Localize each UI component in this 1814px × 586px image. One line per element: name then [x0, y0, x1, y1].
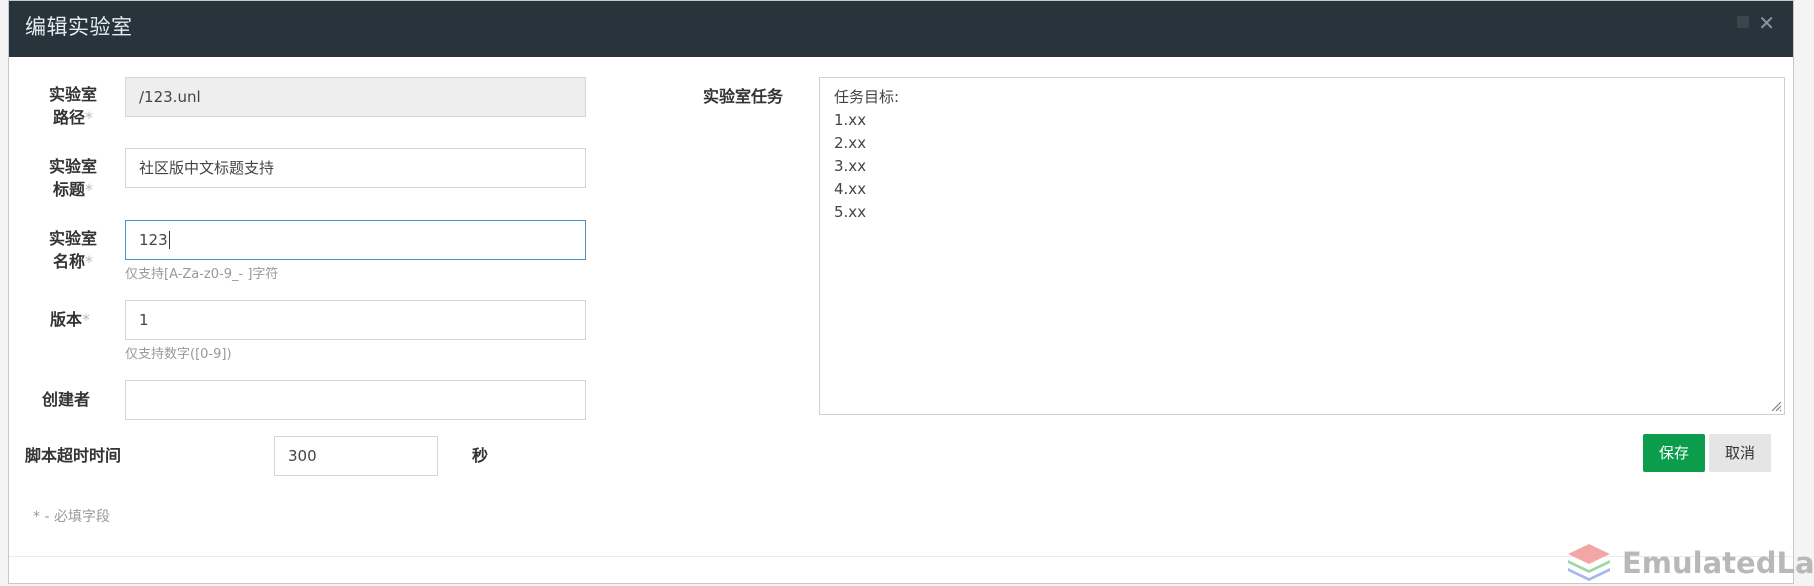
task-line: 5.xx — [834, 203, 867, 221]
minimize-icon[interactable] — [1737, 16, 1749, 28]
version-help-text: 仅支持数字([0-9]) — [125, 347, 232, 362]
task-label: 实验室任务 — [703, 87, 784, 106]
task-line: 3.xx — [834, 157, 867, 175]
dialog-header: 编辑实验室 ✕ — [9, 1, 1793, 57]
path-label: 实验室 路径* — [42, 83, 104, 129]
required-note: * - 必填字段 — [33, 509, 110, 525]
name-label-line1: 实验室 — [48, 229, 97, 248]
name-input-value: 123 — [139, 231, 168, 249]
timeout-label: 脚本超时时间 — [25, 446, 122, 465]
name-help-text: 仅支持[A-Za-z0-9_- ]字符 — [125, 267, 279, 282]
task-line: 2.xx — [834, 134, 867, 152]
watermark-text: EmulatedLab — [1622, 546, 1814, 580]
required-marker: * — [85, 180, 93, 199]
text-cursor — [168, 231, 170, 249]
task-line: 1.xx — [834, 111, 867, 129]
close-icon[interactable]: ✕ — [1758, 11, 1775, 35]
author-label: 创建者 — [42, 390, 91, 409]
emulatedlab-logo: EmulatedLab — [1566, 540, 1814, 584]
footer-divider — [9, 556, 1793, 557]
title-label-line1: 实验室 — [48, 157, 97, 176]
name-label: 实验室 名称* — [42, 227, 104, 273]
name-label-line2: 名称 — [52, 252, 85, 271]
version-label: 版本* — [50, 308, 90, 331]
path-label-line1: 实验室 — [48, 85, 97, 104]
timeout-input[interactable]: 300 — [274, 436, 438, 476]
version-input[interactable]: 1 — [125, 300, 586, 340]
timeout-unit: 秒 — [472, 446, 489, 465]
path-label-line2: 路径 — [52, 108, 85, 127]
task-line: 4.xx — [834, 180, 867, 198]
cancel-button[interactable]: 取消 — [1709, 434, 1771, 472]
required-marker: * — [82, 310, 91, 329]
required-marker: * — [85, 252, 93, 271]
dialog-title: 编辑实验室 — [25, 15, 133, 39]
edit-lab-dialog: 编辑实验室 ✕ 实验室 路径* /123.unl 实验室 标题* 社区版中文标题… — [8, 0, 1794, 584]
title-label: 实验室 标题* — [42, 155, 104, 201]
title-label-line2: 标题 — [52, 180, 85, 199]
required-marker: * — [85, 108, 93, 127]
task-line: 任务目标: — [834, 88, 900, 106]
resize-handle-icon[interactable] — [1770, 400, 1782, 412]
save-button[interactable]: 保存 — [1643, 434, 1705, 472]
layers-logo-icon — [1568, 544, 1610, 581]
name-input[interactable]: 123 — [125, 220, 586, 260]
author-input[interactable] — [125, 380, 586, 420]
path-input[interactable]: /123.unl — [125, 77, 586, 117]
version-label-text: 版本 — [50, 310, 83, 329]
title-input[interactable]: 社区版中文标题支持 — [125, 148, 586, 188]
task-textarea[interactable]: 任务目标: 1.xx 2.xx 3.xx 4.xx 5.xx — [819, 77, 1785, 415]
